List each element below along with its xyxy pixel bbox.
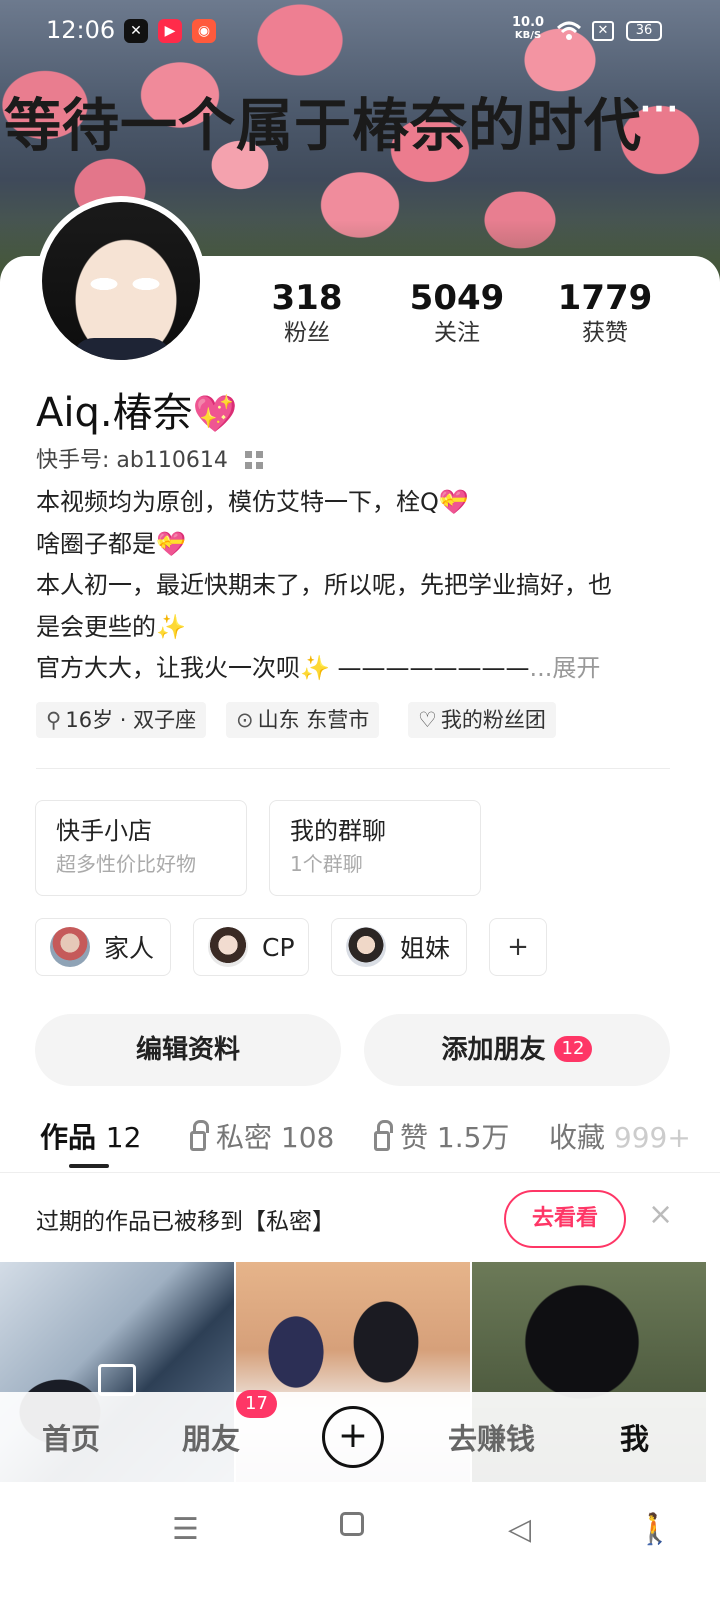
tag-fan-club-text: 我的粉丝团 — [440, 708, 546, 732]
profile-tabs: 作品 12 私密 108 赞 1.5万 收藏 999+ — [0, 1110, 720, 1172]
go-see-button[interactable]: 去看看 — [504, 1190, 626, 1248]
close-icon[interactable]: × — [648, 1200, 673, 1230]
accessibility-icon[interactable]: 🚶 — [636, 1512, 673, 1547]
stat-following-label: 关注 — [434, 320, 480, 346]
stat-likes[interactable]: 1779 获赞 — [530, 278, 680, 348]
network-speed-unit: KB/S — [514, 30, 542, 41]
bio-line: 是会更些的✨ — [36, 612, 186, 641]
tab-favorites-label: 收藏 — [549, 1121, 606, 1154]
tag-fan-club[interactable]: ♡ 我的粉丝团 — [408, 702, 556, 738]
tag-location-text: 山东 东营市 — [257, 708, 370, 732]
tab-favorites[interactable]: 收藏 999+ — [549, 1116, 691, 1156]
tab-private[interactable]: 私密 108 — [190, 1116, 334, 1156]
relation-avatar — [208, 927, 248, 967]
tab-likes[interactable]: 赞 1.5万 — [374, 1116, 509, 1156]
video-app-icon: ▶ — [158, 19, 182, 43]
relation-chip-family[interactable]: 家人 — [35, 918, 171, 976]
divider — [36, 768, 670, 769]
bio-expand-link[interactable]: ...展开 — [530, 654, 601, 682]
nav-me[interactable]: 我 — [620, 1416, 649, 1458]
user-id: 快手号: ab110614 — [36, 448, 228, 473]
gender-icon: ⚲ — [46, 708, 62, 732]
add-relation-button[interactable]: + — [489, 918, 547, 976]
tag-age-text: 16岁 · 双子座 — [65, 708, 197, 732]
home-square-icon[interactable] — [340, 1512, 364, 1536]
shop-card-title: 快手小店 — [56, 817, 152, 845]
relation-label: 家人 — [104, 934, 155, 963]
menu-icon[interactable]: ☰ — [172, 1512, 199, 1547]
notice-text: 过期的作品已被移到【私密】 — [36, 1209, 335, 1235]
bio-line: 本人初一，最近快期末了，所以呢，先把学业搞好，也 — [36, 571, 612, 599]
bio-line: 啥圈子都是💝 — [36, 529, 186, 558]
tag-location: ⊙ 山东 东营市 — [226, 702, 380, 738]
battery-icon: 36 — [626, 21, 662, 41]
lock-icon — [374, 1120, 393, 1151]
network-speed-value: 10.0 — [512, 15, 545, 30]
bio-line-text: 官方大大，让我火一次呗✨ ———————— — [36, 654, 530, 682]
user-id-row[interactable]: 快手号: ab110614 — [36, 442, 263, 474]
location-pin-icon: ⊙ — [236, 708, 254, 732]
username-text: Aiq.椿奈 — [36, 390, 193, 436]
relation-chip-sisters[interactable]: 姐妹 — [331, 918, 467, 976]
relation-avatar — [50, 927, 90, 967]
nav-earn[interactable]: 去赚钱 — [448, 1416, 535, 1458]
stat-likes-value: 1779 — [557, 278, 653, 318]
system-nav-bar: ☰ ◁ 🚶 — [0, 1482, 720, 1600]
group-card-title: 我的群聊 — [290, 817, 386, 845]
stat-following[interactable]: 5049 关注 — [382, 278, 532, 348]
capcut-app-icon: ✕ — [124, 19, 148, 43]
edit-profile-button[interactable]: 编辑资料 — [35, 1014, 341, 1086]
tab-favorites-count: 999+ — [613, 1121, 691, 1154]
sim-card-icon: ✕ — [592, 21, 614, 41]
create-plus-button[interactable]: + — [322, 1406, 384, 1468]
stat-following-value: 5049 — [409, 278, 505, 318]
heart-outline-icon: ♡ — [418, 708, 437, 732]
avatar[interactable] — [36, 196, 206, 366]
active-tab-indicator — [69, 1164, 109, 1168]
group-chat-card[interactable]: 我的群聊 1个群聊 — [269, 800, 481, 896]
qr-code-icon[interactable] — [244, 451, 263, 469]
add-friend-label: 添加朋友 — [441, 1035, 546, 1065]
tab-works-count: 12 — [105, 1121, 142, 1154]
banner-caption: 等待一个属于椿奈的时代 — [4, 93, 642, 159]
stat-fans-label: 粉丝 — [284, 320, 330, 346]
status-bar: 12:06 ✕ ▶ ◉ 10.0 KB/S ✕ 36 — [0, 0, 720, 62]
stat-likes-label: 获赞 — [582, 320, 628, 346]
status-time: 12:06 — [46, 16, 116, 44]
relation-avatar — [346, 927, 386, 967]
stat-fans-value: 318 — [271, 278, 343, 318]
relation-label: CP — [262, 932, 295, 962]
relation-label: 姐妹 — [400, 934, 451, 963]
kuaishou-app-icon: ◉ — [192, 19, 216, 43]
add-friend-badge: 12 — [553, 1036, 593, 1062]
expired-works-notice: 过期的作品已被移到【私密】 去看看 × — [0, 1174, 720, 1262]
tab-likes-label: 赞 1.5万 — [400, 1121, 510, 1154]
group-card-subtitle: 1个群聊 — [290, 852, 363, 876]
bio-line: 本视频均为原创，模仿艾特一下，栓Q💝 — [36, 488, 469, 516]
username: Aiq.椿奈💖 — [36, 380, 237, 438]
back-icon[interactable]: ◁ — [508, 1512, 531, 1547]
nav-home[interactable]: 首页 — [42, 1416, 100, 1458]
tag-age: ⚲ 16岁 · 双子座 — [36, 702, 207, 738]
tab-works[interactable]: 作品 12 — [40, 1116, 141, 1156]
tab-private-label: 私密 108 — [216, 1121, 335, 1154]
bottom-nav: 首页 朋友 17 + 去赚钱 我 — [0, 1390, 720, 1482]
bio-line-last: 官方大大，让我火一次呗✨ ————————...展开 — [36, 648, 686, 690]
wifi-icon — [556, 21, 582, 40]
tab-works-label: 作品 — [40, 1121, 97, 1154]
lock-icon — [190, 1120, 209, 1151]
friends-badge: 17 — [236, 1390, 277, 1418]
heart-emoji: 💖 — [192, 394, 238, 435]
kuaishou-shop-card[interactable]: 快手小店 超多性价比好物 — [35, 800, 247, 896]
nav-friends[interactable]: 朋友 — [182, 1416, 240, 1458]
bio[interactable]: 本视频均为原创，模仿艾特一下，栓Q💝 啥圈子都是💝 本人初一，最近快期末了，所以… — [36, 482, 686, 690]
more-options-icon[interactable]: ··· — [640, 92, 680, 127]
stat-fans[interactable]: 318 粉丝 — [232, 278, 382, 348]
tabs-divider — [0, 1172, 720, 1173]
shop-card-subtitle: 超多性价比好物 — [56, 852, 196, 876]
add-friend-button[interactable]: 添加朋友 12 — [364, 1014, 670, 1086]
network-speed: 10.0 KB/S — [512, 15, 545, 42]
relation-chip-cp[interactable]: CP — [193, 918, 309, 976]
